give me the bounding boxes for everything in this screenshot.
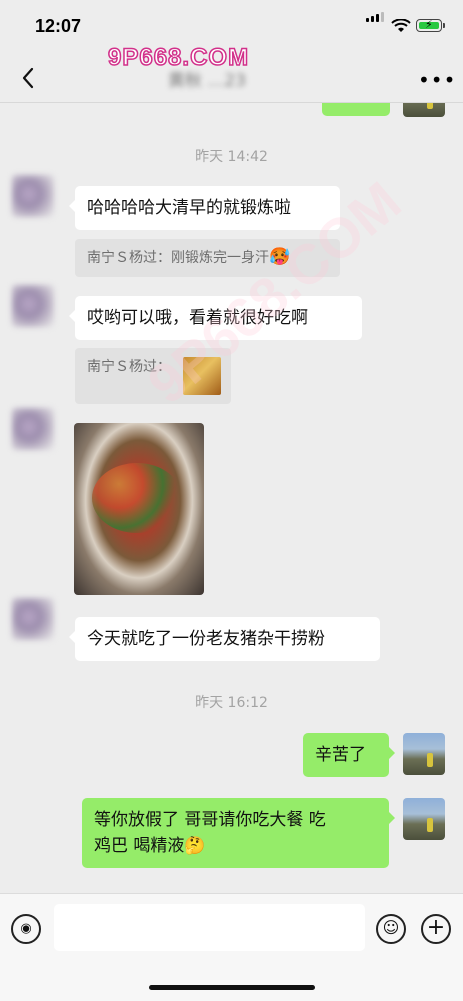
avatar-contact[interactable] [12, 598, 54, 640]
home-indicator [149, 985, 315, 990]
quote-reply[interactable]: 南宁Ｓ杨过： [75, 348, 231, 404]
message-bubble-outgoing[interactable]: 辛苦了 [303, 733, 395, 777]
thinking-face-emoji-icon: 🤔 [184, 836, 206, 856]
voice-icon[interactable]: ◉ [11, 914, 41, 944]
quote-reply[interactable]: 南宁Ｓ杨过：刚锻炼完一身汗🥵 [75, 239, 340, 277]
food-photo-message[interactable] [74, 423, 204, 595]
avatar-self[interactable] [403, 103, 445, 117]
message-line-2: 鸡巴 喝精液🤔 [94, 833, 377, 859]
back-chevron-icon[interactable] [16, 64, 42, 92]
avatar-contact[interactable] [12, 408, 54, 450]
quote-text: 南宁Ｓ杨过：刚锻炼完一身汗 [87, 250, 269, 266]
plus-icon[interactable]: + [421, 914, 451, 944]
battery-icon: ⚡ [416, 18, 442, 32]
message-bubble-incoming[interactable]: 今天就吃了一份老友猪杂干捞粉 [69, 617, 380, 661]
message-bubble-partial [322, 103, 390, 116]
watermark-logo: 9P668.COM [107, 43, 250, 72]
avatar-contact[interactable] [12, 175, 54, 217]
quote-text: 南宁Ｓ杨过： [87, 359, 171, 375]
chat-area[interactable]: 昨天 14:42 哈哈哈哈大清早的就锻炼啦 南宁Ｓ杨过：刚锻炼完一身汗🥵 哎哟可… [0, 103, 463, 893]
wifi-icon [391, 19, 411, 32]
quote-image-thumbnail[interactable] [183, 357, 221, 395]
timestamp: 昨天 16:12 [195, 695, 268, 711]
message-bubble-incoming[interactable]: 哈哈哈哈大清早的就锻炼啦 [69, 186, 340, 230]
status-time: 12:07 [35, 16, 82, 36]
message-bubble-outgoing[interactable]: 等你放假了 哥哥请你吃大餐 吃 鸡巴 喝精液🤔 [82, 798, 395, 868]
message-input[interactable] [54, 904, 365, 951]
avatar-self[interactable] [403, 733, 445, 775]
emoji-icon[interactable]: ☺ [376, 914, 406, 944]
message-line: 等你放假了 哥哥请你吃大餐 吃 [94, 810, 326, 830]
message-bubble-incoming[interactable]: 哎哟可以哦，看着就很好吃啊 [69, 296, 362, 340]
more-dots-icon[interactable]: ••• [418, 68, 456, 92]
timestamp: 昨天 14:42 [195, 149, 268, 165]
avatar-contact[interactable] [12, 285, 54, 327]
hot-face-emoji-icon: 🥵 [269, 247, 291, 267]
avatar-self[interactable] [403, 798, 445, 840]
